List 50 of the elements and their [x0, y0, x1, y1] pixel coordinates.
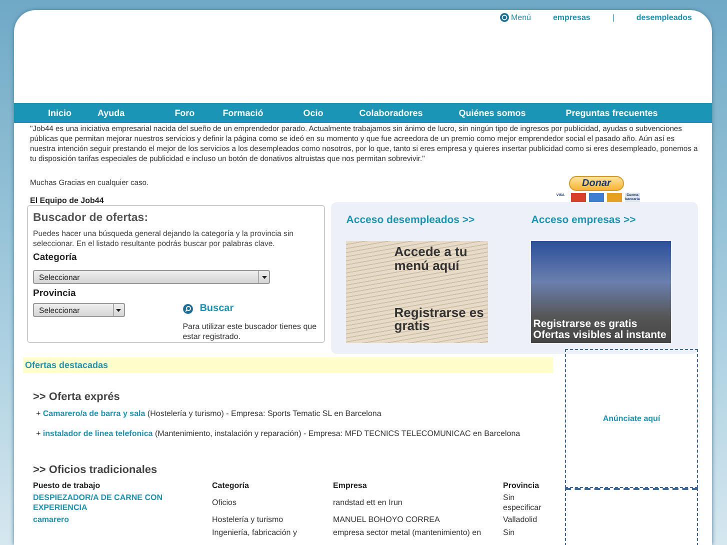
nav-item[interactable]: Ayuda	[98, 108, 125, 118]
nav-item[interactable]: Formació	[222, 108, 264, 118]
section-title: >> Oferta exprés	[32, 391, 121, 403]
province-label: Provincia	[33, 288, 77, 299]
column-header: Empresa	[333, 481, 368, 490]
nav-item[interactable]: Inicio	[48, 108, 72, 118]
job-link[interactable]: instalador de linea telefonica	[42, 429, 153, 438]
access-link[interactable]: Acceso empresas >>	[531, 214, 672, 226]
section-title: >> Oficios tradicionales	[32, 464, 158, 476]
header-link[interactable]: desempleados	[636, 13, 692, 22]
table-cell-text: Ingeniería, fabricación y	[212, 528, 298, 537]
signature-text: El Equipo de Job44	[30, 196, 105, 205]
express-offer: + Camarero/a de barra y sala (Hostelería y turismo) - Empresa: Sports Tematic SL en Barcelona	[35, 409, 382, 418]
job-link[interactable]: camarero	[33, 515, 212, 524]
column-header: Provincia	[503, 481, 540, 490]
table-cell-text: Sin	[503, 528, 516, 537]
nav-item[interactable]: Ocio	[303, 108, 324, 118]
table-cell-text: Valladolid	[503, 515, 538, 524]
nav-item[interactable]: Preguntas frecuentes	[566, 108, 658, 118]
caret-icon	[262, 276, 266, 278]
featured-header: Ofertas destacadas	[23, 357, 553, 373]
nav-item[interactable]: Quiénes somos	[458, 108, 526, 118]
search-note: Para utilizar este buscador tienes que estar registrado.	[182, 322, 318, 342]
search-icon	[182, 304, 193, 314]
newspaper-banner[interactable]: Accede a tu menú aquí Registrarse es gratis	[346, 241, 488, 343]
table-cell-text: MANUEL BOHOYO CORREA	[333, 515, 441, 524]
column-header: Categoría	[212, 481, 250, 490]
menu-link[interactable]: Menú	[500, 13, 531, 22]
category-label: Categoría	[33, 252, 78, 263]
table-cell-text: empresa sector metal (mantenimiento) en	[333, 528, 482, 537]
advertise-link[interactable]: Anúnciate aquí	[602, 414, 660, 423]
nav-item[interactable]: Foro	[174, 108, 195, 118]
menu-icon	[500, 13, 509, 22]
table-cell-text: Sin especificar	[503, 493, 542, 512]
table-cell-text: Oficios	[212, 498, 238, 508]
table-cell-text: randstad ett en Irun	[333, 498, 404, 508]
express-offer: + instalador de linea telefonica (Mantenimiento, instalación y reparación) - Empresa: MFD TECNICS TELECOMUNICAC en Barcelona	[35, 429, 522, 438]
nav-item[interactable]: Colaboradores	[359, 108, 423, 118]
separator-text: |	[612, 13, 614, 22]
job-link[interactable]: DESPIEZADOR/A DE CARNE CON EXPERIENCIA	[33, 493, 212, 512]
access-link[interactable]: Acceso desempleados >>	[346, 214, 488, 226]
search-title: Buscador de ofertas:	[33, 212, 150, 224]
table-cell-text: Hostelería y turismo	[212, 515, 284, 524]
building-banner[interactable]: Registrarse es gratis Ofertas visibles al instante	[531, 241, 672, 343]
header-link[interactable]: empresas	[552, 13, 590, 22]
caret-icon	[116, 308, 122, 312]
job-link[interactable]: Camarero/a de barra y sala	[42, 409, 146, 418]
search-button[interactable]: Buscar	[182, 303, 324, 314]
column-header: Puesto de trabajo	[33, 481, 102, 490]
donate-button[interactable]: Donar	[569, 176, 624, 191]
